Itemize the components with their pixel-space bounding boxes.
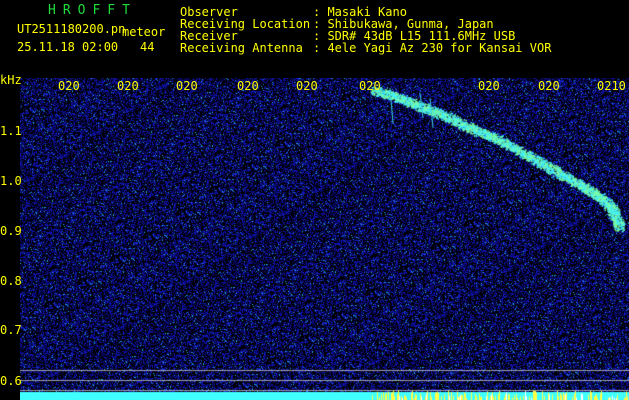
- meteor-label: meteor: [122, 25, 166, 39]
- y-tick-label: 0.9: [0, 224, 22, 238]
- antenna-value: : 4ele Yagi Az 230 for Kansai VOR: [313, 41, 552, 55]
- app-brand: HROFFT: [48, 3, 137, 18]
- time-tick: 020: [538, 79, 560, 93]
- time-tick: 020: [359, 79, 381, 93]
- y-tick-label: 0.6: [0, 374, 22, 388]
- y-axis-unit: kHz: [0, 73, 22, 87]
- time-tick: 020: [478, 79, 500, 93]
- time-tick: 020: [176, 79, 198, 93]
- file-name: UT2511180200.pn: [17, 22, 126, 36]
- time-tick: 020: [58, 79, 80, 93]
- y-tick-label: 0.8: [0, 274, 22, 288]
- y-tick-label: 1.1: [0, 124, 22, 138]
- y-tick-label: 0.7: [0, 323, 22, 337]
- time-tick: 0210: [597, 79, 626, 93]
- y-tick-label: 1.0: [0, 174, 22, 188]
- header-panel: HROFFT UT2511180200.pn meteor 25.11.18 0…: [0, 0, 629, 78]
- waterfall-spectrogram: [20, 78, 629, 400]
- time-tick: 020: [296, 79, 318, 93]
- meteor-count: 44: [140, 40, 155, 54]
- date-time: 25.11.18 02:00: [17, 40, 119, 54]
- time-tick: 020: [117, 79, 139, 93]
- time-axis: 020 020 020 020 020 020 020 020 0210: [0, 80, 629, 94]
- antenna-label: Receiving Antenna: [180, 41, 303, 55]
- time-tick: 020: [237, 79, 259, 93]
